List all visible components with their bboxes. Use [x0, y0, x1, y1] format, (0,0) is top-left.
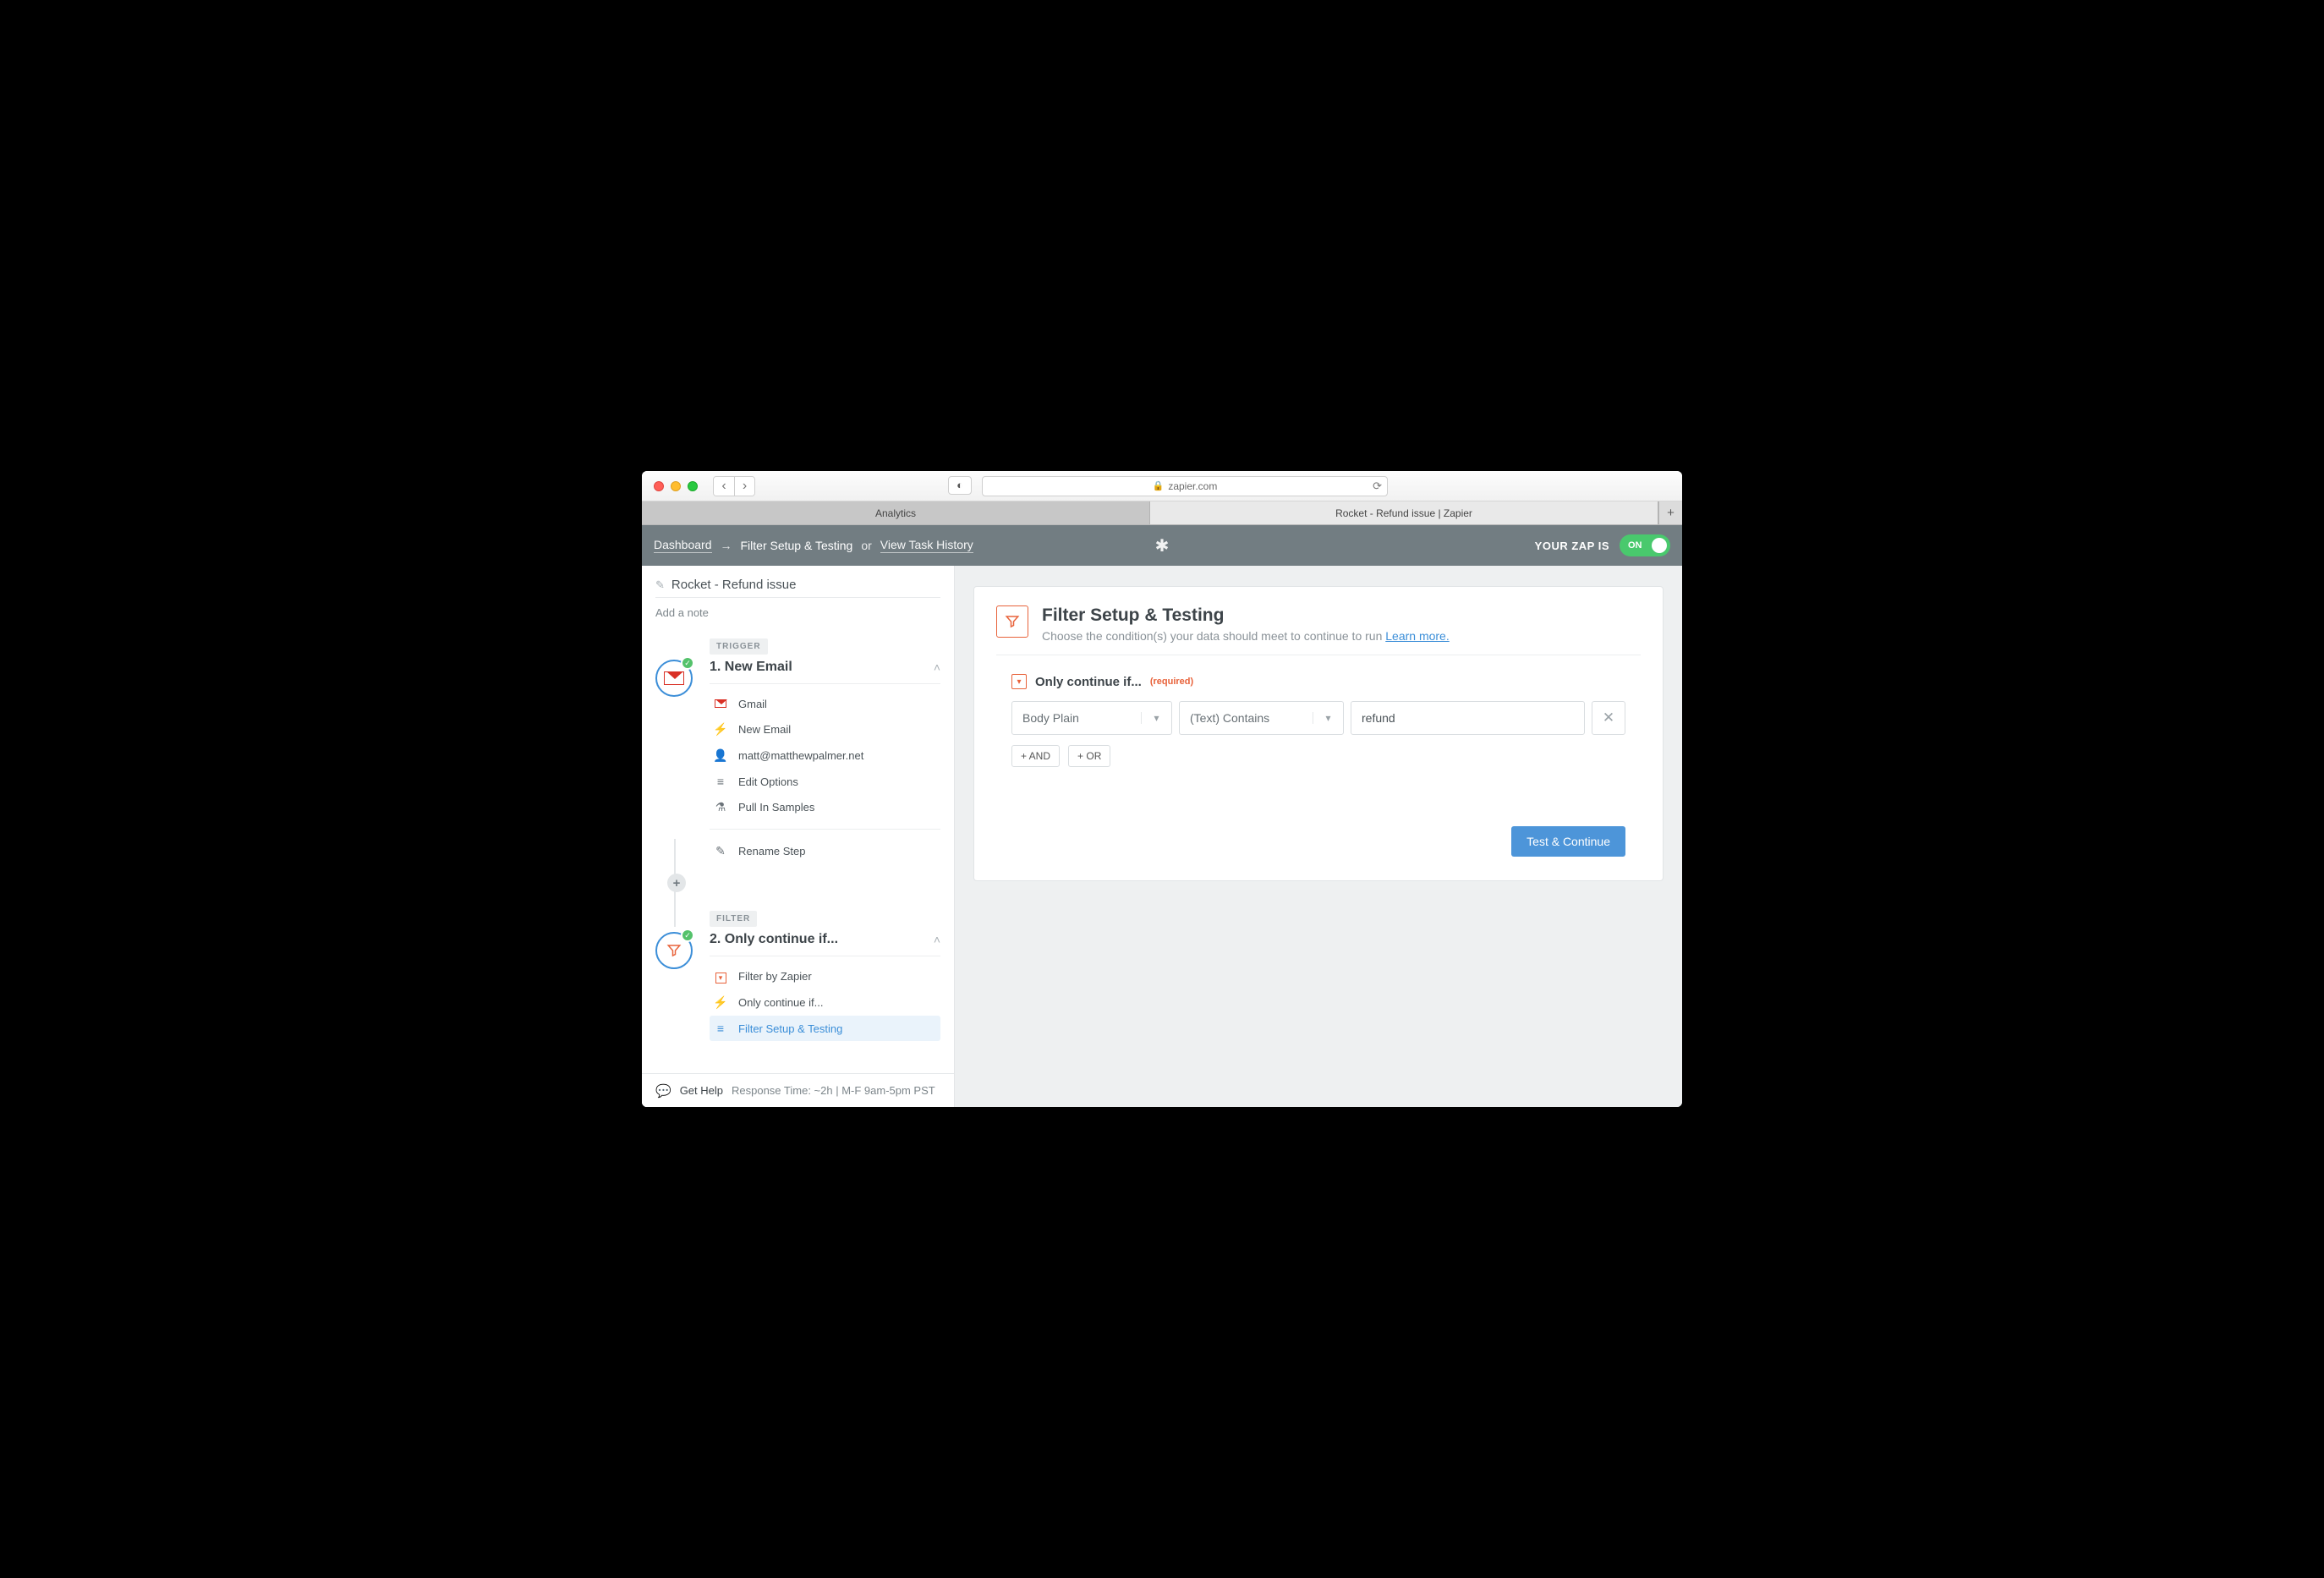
- tab-analytics[interactable]: Analytics: [642, 501, 1150, 524]
- main-content: Filter Setup & Testing Choose the condit…: [955, 566, 1682, 1107]
- step2-title: 2. Only continue if...: [710, 932, 838, 947]
- maximize-window-button[interactable]: [688, 481, 698, 491]
- filter-icon: ▾: [713, 969, 728, 984]
- value-input[interactable]: [1351, 701, 1585, 735]
- person-icon: 👤: [713, 748, 728, 763]
- chevron-right-icon: →: [721, 539, 732, 552]
- new-tab-button[interactable]: +: [1658, 501, 1682, 524]
- breadcrumb: Dashboard → Filter Setup & Testing or Vi…: [654, 538, 973, 553]
- reader-button[interactable]: ◐: [948, 476, 972, 495]
- required-label: (required): [1150, 677, 1193, 687]
- pencil-icon: ✎: [713, 844, 728, 858]
- zap-title: Rocket - Refund issue: [671, 578, 797, 592]
- chevron-up-icon: ˄: [934, 933, 940, 946]
- trigger-tag: TRIGGER: [710, 638, 768, 655]
- zap-title-row[interactable]: ✎ Rocket - Refund issue: [655, 578, 940, 598]
- dashboard-link[interactable]: Dashboard: [654, 538, 712, 553]
- check-icon: ✓: [681, 929, 694, 942]
- address-bar[interactable]: 🔒 zapier.com ⟳: [982, 476, 1388, 496]
- step1-app[interactable]: Gmail: [710, 691, 940, 716]
- filter-section-title: Only continue if...: [1035, 675, 1142, 689]
- nav-arrows: ‹ ›: [713, 476, 755, 496]
- response-time-text: Response Time: ~2h | M-F 9am-5pm PST: [732, 1084, 935, 1097]
- flask-icon: ⚗: [713, 800, 728, 814]
- chevron-down-icon: ▾: [1313, 712, 1343, 724]
- step2-setup[interactable]: ≡Filter Setup & Testing: [710, 1016, 940, 1041]
- forward-button[interactable]: ›: [734, 477, 754, 496]
- filter-card: Filter Setup & Testing Choose the condit…: [973, 586, 1664, 881]
- help-footer: 💬 Get Help Response Time: ~2h | M-F 9am-…: [642, 1073, 954, 1107]
- test-continue-button[interactable]: Test & Continue: [1511, 826, 1625, 857]
- zap-status-label: YOUR ZAP IS: [1535, 540, 1609, 552]
- chevron-down-icon: ▾: [1141, 712, 1171, 724]
- pencil-icon: ✎: [655, 578, 665, 592]
- funnel-icon: [666, 943, 682, 958]
- card-title: Filter Setup & Testing: [1042, 605, 1450, 626]
- breadcrumb-current: Filter Setup & Testing: [741, 539, 853, 552]
- step-filter: ✓ FILTER 2. Only continue if... ˄ ▾Filte…: [655, 910, 940, 1041]
- step1-event[interactable]: ⚡New Email: [710, 716, 940, 742]
- step2-only[interactable]: ⚡Only continue if...: [710, 989, 940, 1016]
- learn-more-link[interactable]: Learn more.: [1385, 629, 1449, 643]
- app-body: ✎ Rocket - Refund issue Add a note ✓ TRI…: [642, 566, 1682, 1107]
- check-icon: ✓: [681, 656, 694, 670]
- condition-dropdown[interactable]: (Text) Contains ▾: [1179, 701, 1344, 735]
- url-host: zapier.com: [1168, 480, 1217, 492]
- funnel-icon: [996, 605, 1028, 638]
- step1-account[interactable]: 👤matt@matthewpalmer.net: [710, 742, 940, 769]
- sidebar: ✎ Rocket - Refund issue Add a note ✓ TRI…: [642, 566, 955, 1107]
- toggle-knob: [1652, 538, 1667, 553]
- get-help-link[interactable]: Get Help: [680, 1084, 723, 1097]
- step2-filterby[interactable]: ▾Filter by Zapier: [710, 963, 940, 989]
- funnel-small-icon: ▾: [1011, 674, 1027, 689]
- and-button[interactable]: + AND: [1011, 745, 1060, 767]
- filter-tag: FILTER: [710, 911, 757, 927]
- step2-header[interactable]: 2. Only continue if... ˄: [710, 927, 940, 956]
- add-step-button[interactable]: +: [667, 874, 686, 892]
- lock-icon: 🔒: [1153, 480, 1165, 491]
- chat-icon: 💬: [655, 1083, 671, 1099]
- zap-on-toggle[interactable]: ON: [1620, 534, 1670, 556]
- add-note-link[interactable]: Add a note: [655, 598, 940, 622]
- tab-strip: Analytics Rocket - Refund issue | Zapier…: [642, 501, 1682, 525]
- close-window-button[interactable]: [654, 481, 664, 491]
- list-icon: ≡: [713, 1022, 728, 1035]
- breadcrumb-or: or: [861, 539, 871, 552]
- view-task-history-link[interactable]: View Task History: [880, 538, 973, 553]
- back-button[interactable]: ‹: [714, 477, 734, 496]
- zapier-logo-icon: ✱: [1155, 535, 1170, 556]
- minimize-window-button[interactable]: [671, 481, 681, 491]
- bolt-icon: ⚡: [713, 722, 728, 737]
- bolt-icon: ⚡: [713, 995, 728, 1010]
- step1-options[interactable]: ≡Edit Options: [710, 769, 940, 794]
- step-connector: +: [655, 864, 940, 901]
- step-trigger: ✓ TRIGGER 1. New Email ˄ Gmail ⚡New Emai…: [655, 638, 940, 864]
- step1-samples[interactable]: ⚗Pull In Samples: [710, 794, 940, 820]
- titlebar: ‹ › ◐ 🔒 zapier.com ⟳: [642, 471, 1682, 501]
- condition-row: Body Plain ▾ (Text) Contains ▾ ✕: [1011, 701, 1625, 735]
- reload-icon[interactable]: ⟳: [1373, 479, 1382, 493]
- browser-window: ‹ › ◐ 🔒 zapier.com ⟳ Analytics Rocket - …: [642, 471, 1682, 1107]
- step1-rename[interactable]: ✎Rename Step: [710, 838, 940, 864]
- gmail-icon: [713, 697, 728, 710]
- tab-zapier[interactable]: Rocket - Refund issue | Zapier: [1150, 501, 1658, 524]
- card-subtitle: Choose the condition(s) your data should…: [1042, 629, 1450, 643]
- field-dropdown[interactable]: Body Plain ▾: [1011, 701, 1172, 735]
- list-icon: ≡: [713, 775, 728, 788]
- chevron-up-icon: ˄: [934, 660, 940, 674]
- remove-condition-button[interactable]: ✕: [1592, 701, 1625, 735]
- step1-header[interactable]: 1. New Email ˄: [710, 655, 940, 683]
- app-header: Dashboard → Filter Setup & Testing or Vi…: [642, 525, 1682, 566]
- step1-title: 1. New Email: [710, 660, 792, 675]
- or-button[interactable]: + OR: [1068, 745, 1110, 767]
